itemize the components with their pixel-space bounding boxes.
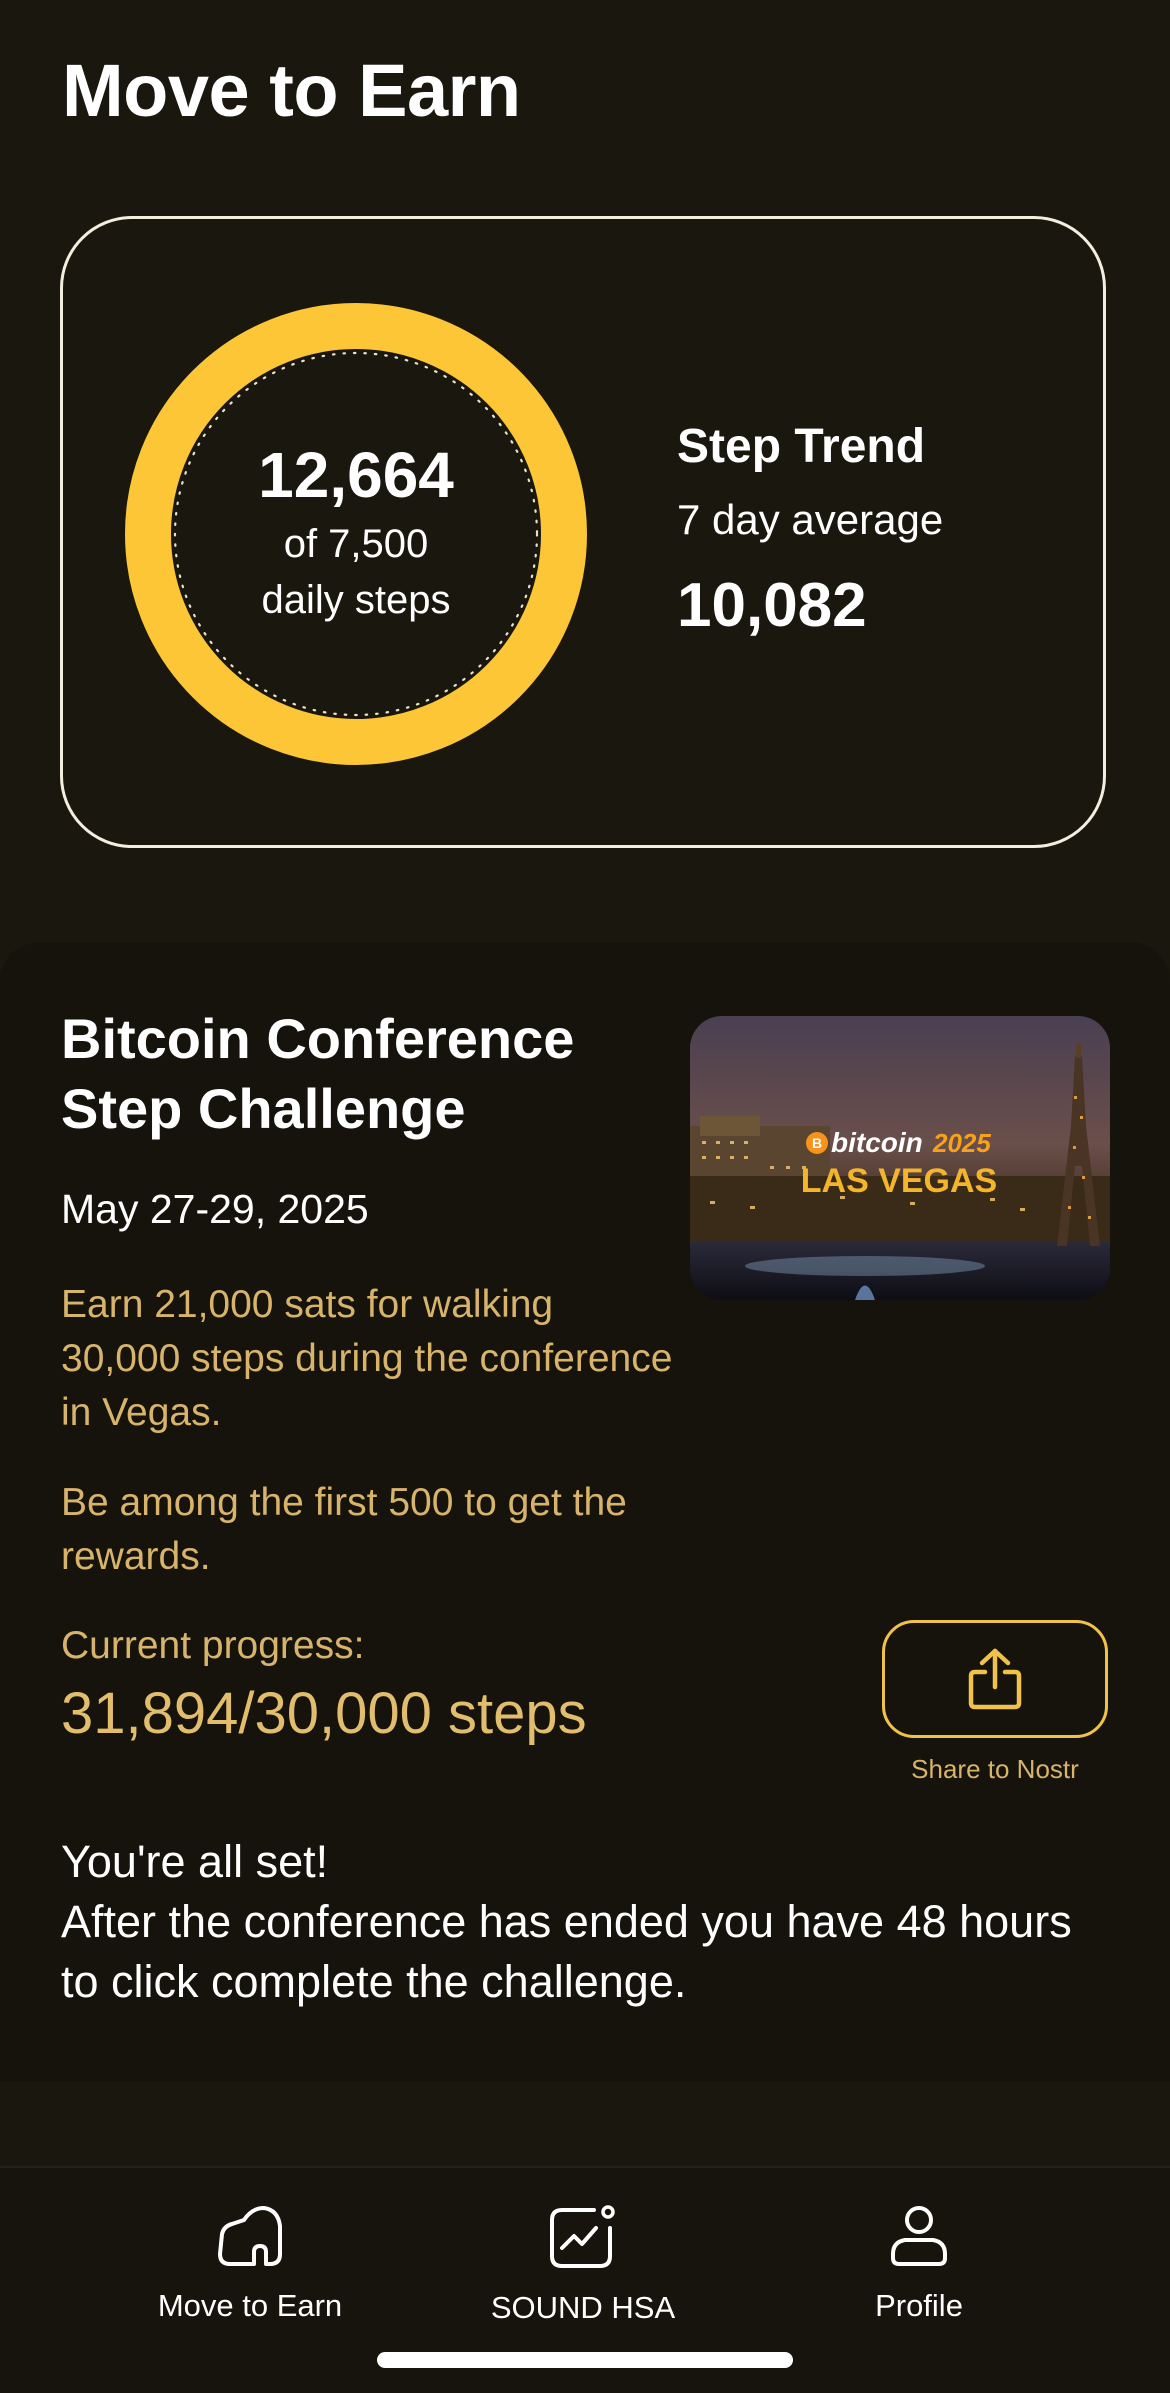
step-trend-value: 10,082 (677, 571, 867, 640)
step-trend-subtitle: 7 day average (677, 496, 944, 543)
step-trend-title: Step Trend (677, 420, 926, 473)
daily-steps-card: 12,664 of 7,500 daily steps Step Trend 7… (60, 216, 1106, 848)
nav-item-sound-hsa[interactable]: SOUND HSA (413, 2204, 753, 2326)
conference-banner-image: B bitcoin 2025 LAS VEGAS (690, 1016, 1110, 1300)
share-to-nostr-label: Share to Nostr (911, 1754, 1079, 1784)
challenge-status: You're all set! After the conference has… (61, 1832, 1121, 2012)
nav-item-profile[interactable]: Profile (749, 2204, 1089, 2324)
banner-year-text: 2025 (932, 1128, 991, 1158)
steps-count: 12,664 (258, 439, 454, 512)
challenge-title: Bitcoin Conference Step Challenge (61, 1007, 575, 1140)
challenge-limit-note: Be among the first 500 to get the reward… (61, 1481, 627, 1578)
svg-text:B: B (812, 1135, 822, 1151)
progress-label: Current progress: (61, 1624, 365, 1667)
page-title: Move to Earn (62, 49, 521, 132)
steps-progress-ring: 12,664 of 7,500 daily steps (125, 303, 587, 765)
user-icon (891, 2206, 947, 2266)
steps-goal-caption: daily steps (261, 577, 451, 622)
chart-icon (550, 2205, 615, 2268)
share-to-nostr-button[interactable] (882, 1620, 1108, 1738)
challenge-panel: Bitcoin Conference Step Challenge May 27… (0, 942, 1170, 2082)
nav-label-move-to-earn: Move to Earn (157, 2288, 343, 2323)
challenge-description: Earn 21,000 sats for walking 30,000 step… (61, 1283, 673, 1434)
progress-value: 31,894/30,000 steps (61, 1681, 587, 1746)
banner-brand-text: bitcoin (831, 1127, 923, 1158)
home-indicator[interactable] (377, 2352, 793, 2368)
nav-label-sound-hsa: SOUND HSA (490, 2290, 676, 2325)
challenge-dates: May 27-29, 2025 (61, 1186, 369, 1232)
nav-label-profile: Profile (875, 2288, 963, 2323)
step-trend: Step Trend 7 day average 10,082 (677, 419, 943, 641)
status-headline: You're all set! (61, 1836, 329, 1887)
nav-item-move-to-earn[interactable]: Move to Earn (80, 2204, 420, 2324)
steps-goal: of 7,500 (283, 521, 429, 566)
status-details: After the conference has ended you have … (61, 1896, 1072, 2007)
banner-city-text: LAS VEGAS (801, 1162, 997, 1200)
share-icon (968, 1648, 1022, 1710)
shoe-icon (218, 2206, 282, 2266)
